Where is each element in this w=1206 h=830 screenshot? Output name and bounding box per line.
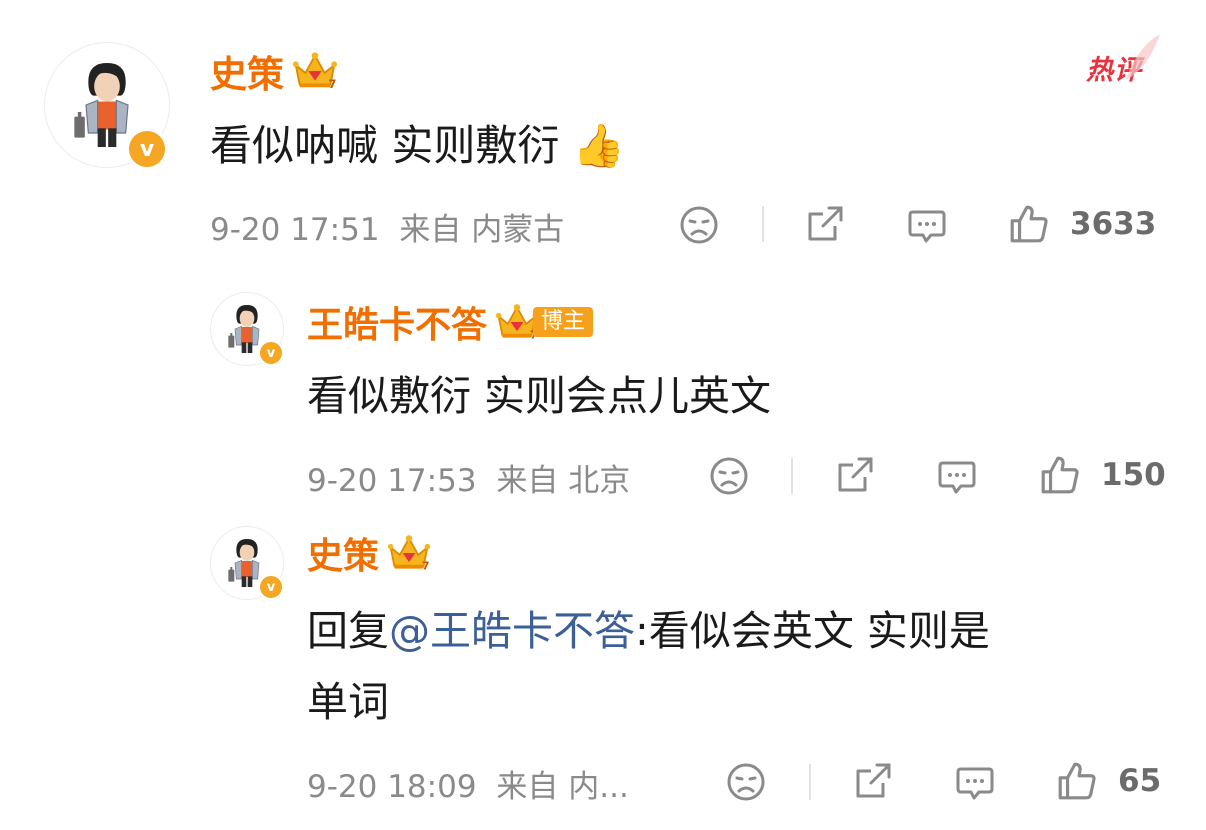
divider <box>809 764 811 800</box>
timestamp: 9-20 17:51 <box>210 212 380 248</box>
timestamp: 9-20 17:53 <box>307 463 477 499</box>
verified-icon: v <box>126 128 168 170</box>
reply-prefix: 回复 <box>307 607 389 655</box>
like-icon <box>1008 203 1050 245</box>
username[interactable]: 王皓卡不答 <box>307 296 487 348</box>
divider <box>762 206 764 242</box>
comment-body: 看似呐喊 实则敷衍 <box>210 121 560 170</box>
like-icon <box>1039 454 1081 496</box>
hot-feather-icon <box>1126 34 1160 80</box>
comment-header: 史策 <box>307 527 431 579</box>
verified-icon: v <box>258 574 284 600</box>
like-button[interactable]: 3633 <box>1008 203 1156 245</box>
share-icon[interactable] <box>853 761 893 801</box>
reply-line-2: 单词 <box>307 678 389 726</box>
comment-meta: 9-20 17:53 来自 北京 <box>307 455 630 500</box>
comment-icon[interactable] <box>955 762 995 802</box>
comment-text: 看似呐喊 实则敷衍 👍 <box>210 112 625 173</box>
comment-icon[interactable] <box>937 456 977 496</box>
reply-text: :看似会英文 实则是 <box>635 607 990 655</box>
timestamp: 9-20 18:09 <box>307 769 477 805</box>
like-icon <box>1056 760 1098 802</box>
share-icon[interactable] <box>835 455 875 495</box>
share-icon[interactable] <box>805 204 845 244</box>
dislike-icon[interactable] <box>679 205 719 245</box>
like-button[interactable]: 65 <box>1056 760 1161 802</box>
like-count: 3633 <box>1070 206 1157 242</box>
verified-icon: v <box>258 340 284 366</box>
location: 来自 内蒙古 <box>399 212 565 248</box>
comment-text: 看似敷衍 实则会点儿英文 <box>307 372 772 420</box>
comment-header: 王皓卡不答 博主 <box>307 296 594 348</box>
location: 来自 北京 <box>496 463 631 499</box>
like-count: 65 <box>1118 763 1162 799</box>
dislike-icon[interactable] <box>726 762 766 802</box>
crown-icon <box>387 533 431 573</box>
thumbs-up-emoji: 👍 <box>572 121 626 170</box>
comment-meta: 9-20 17:51 来自 内蒙古 <box>210 204 564 249</box>
username[interactable]: 史策 <box>210 44 284 98</box>
author-badge: 博主 <box>533 307 594 337</box>
divider <box>791 458 793 494</box>
username[interactable]: 史策 <box>307 527 379 579</box>
comment-text: 回复@王皓卡不答:看似会英文 实则是 单词 <box>307 596 990 738</box>
dislike-icon[interactable] <box>709 456 749 496</box>
reply-line-1: 回复@王皓卡不答:看似会英文 实则是 <box>307 596 990 667</box>
comment-header: 史策 <box>210 44 338 98</box>
reply-mention-link[interactable]: @王皓卡不答 <box>389 607 635 655</box>
like-button[interactable]: 150 <box>1039 454 1166 496</box>
comment-meta: 9-20 18:09 来自 内... <box>307 761 629 806</box>
like-count: 150 <box>1101 457 1166 493</box>
crown-icon <box>292 51 338 91</box>
location: 来自 内... <box>496 769 629 805</box>
comment-icon[interactable] <box>907 205 947 245</box>
